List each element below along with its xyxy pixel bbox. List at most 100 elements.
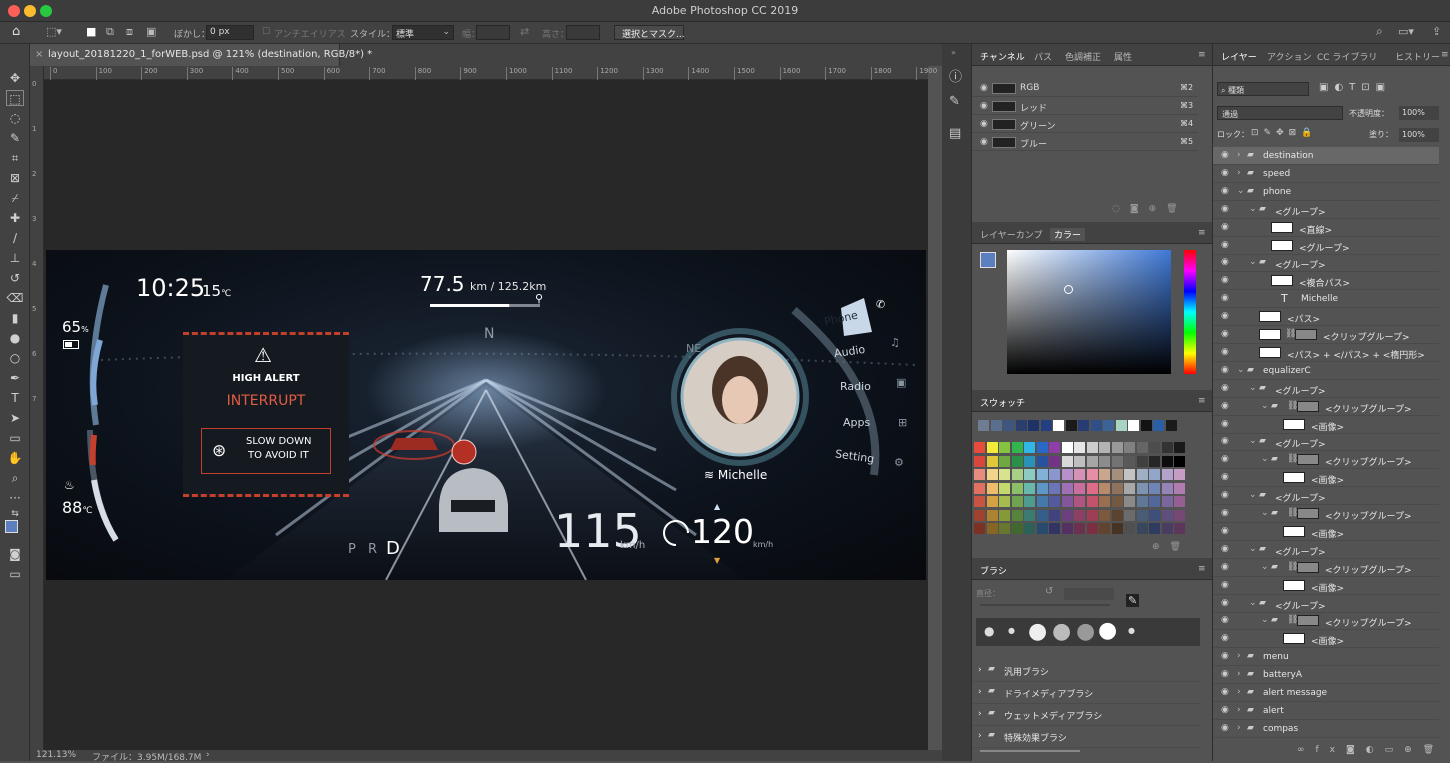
layer-row[interactable]: ◉ › ▰ batteryA: [1213, 666, 1439, 685]
visibility-eye-icon[interactable]: ◉: [1221, 508, 1229, 518]
visibility-eye-icon[interactable]: ◉: [1221, 526, 1229, 536]
swatch[interactable]: [1136, 482, 1148, 494]
rectangle-tool-icon[interactable]: ▭: [6, 430, 24, 446]
document-tab[interactable]: × layout_20181220_1_forWEB.psd @ 121% (d…: [30, 44, 372, 66]
brush-tool-icon[interactable]: ∕: [6, 230, 24, 246]
layer-row[interactable]: ◉ ⌄ ▰ <グループ>: [1213, 201, 1439, 219]
opacity-input[interactable]: 100%: [1399, 106, 1439, 120]
swatch[interactable]: [1174, 442, 1185, 453]
swatch[interactable]: [1124, 442, 1135, 453]
swatch[interactable]: [999, 482, 1010, 494]
visibility-eye-icon[interactable]: ◉: [1221, 669, 1229, 679]
swatch[interactable]: [1086, 455, 1098, 467]
panel-menu-icon[interactable]: ≡: [1198, 50, 1206, 60]
info-icon[interactable]: ⓘ: [949, 66, 962, 85]
swatch[interactable]: [1111, 496, 1123, 507]
expand-arrow-icon[interactable]: ⌄: [1249, 544, 1257, 554]
swatch[interactable]: [1140, 420, 1152, 431]
layer-row[interactable]: ◉ <画像>: [1213, 416, 1439, 434]
marquee-tool-icon[interactable]: ⬚: [6, 90, 24, 106]
zoom-tool-icon[interactable]: ⌕: [6, 470, 24, 486]
expand-arrow-icon[interactable]: ⌄: [1261, 615, 1269, 625]
chevron-right-icon[interactable]: ›: [978, 731, 982, 741]
swatch[interactable]: [1111, 509, 1123, 521]
subtract-selection-icon[interactable]: ⧈: [126, 25, 133, 39]
visibility-eye-icon[interactable]: ◉: [1221, 150, 1229, 160]
layer-row[interactable]: ◉ › ▰ compas: [1213, 720, 1439, 738]
blend-mode-select[interactable]: 通過: [1217, 106, 1343, 120]
swatch[interactable]: [999, 523, 1010, 534]
swatch[interactable]: [990, 420, 1002, 431]
swatch[interactable]: [1049, 509, 1060, 521]
layer-row[interactable]: ◉ <画像>: [1213, 577, 1439, 595]
swatch[interactable]: [1149, 442, 1160, 453]
swatch[interactable]: [974, 455, 985, 467]
visibility-eye-icon[interactable]: ◉: [1221, 186, 1229, 196]
expand-arrow-icon[interactable]: ›: [1237, 651, 1241, 661]
swatch[interactable]: [1136, 469, 1148, 480]
swatch[interactable]: [1049, 523, 1060, 534]
tab-history[interactable]: ヒストリー: [1395, 50, 1440, 63]
new-brush-icon[interactable]: ✎: [1126, 594, 1140, 607]
visibility-eye-icon[interactable]: ◉: [1221, 419, 1229, 429]
swatch[interactable]: [974, 469, 985, 480]
swatch[interactable]: [999, 442, 1010, 453]
expand-arrow-icon[interactable]: ⌄: [1261, 508, 1269, 518]
brush-folder[interactable]: › ▰ ウェットメディアブラシ: [972, 704, 1200, 726]
layer-row[interactable]: ◉ <直線>: [1213, 219, 1439, 237]
visibility-eye-icon[interactable]: ◉: [1221, 168, 1229, 178]
layer-row[interactable]: ◉ ⌄ ▰ <グループ>: [1213, 254, 1439, 273]
chevron-right-icon[interactable]: ›: [978, 709, 982, 719]
swatch[interactable]: [1161, 469, 1173, 480]
quick-mask-icon[interactable]: ◙: [6, 546, 24, 562]
swatch[interactable]: [999, 469, 1010, 480]
swatch[interactable]: [1011, 469, 1023, 480]
collapse-strip-icon[interactable]: »: [951, 48, 956, 57]
fill-input[interactable]: 100%: [1399, 128, 1439, 142]
swatch[interactable]: [1124, 509, 1135, 521]
type-tool-icon[interactable]: T: [6, 390, 24, 406]
layer-row[interactable]: ◉ ⌄ ▰ equalizerC: [1213, 362, 1439, 380]
swatch[interactable]: [1003, 420, 1014, 431]
swatch[interactable]: [1099, 469, 1110, 480]
color-panel-menu-icon[interactable]: ≡: [1198, 228, 1206, 238]
visibility-eye-icon[interactable]: ◉: [1221, 257, 1229, 267]
path-select-tool-icon[interactable]: ➤: [6, 410, 24, 426]
tab-channels[interactable]: チャンネル: [980, 50, 1025, 63]
swatch[interactable]: [1149, 482, 1160, 494]
swatch[interactable]: [1124, 523, 1135, 534]
swatch[interactable]: [1103, 420, 1114, 431]
swatch[interactable]: [1174, 509, 1185, 521]
visibility-eye-icon[interactable]: ◉: [1221, 562, 1229, 572]
brush-folder[interactable]: › ▰ 汎用ブラシ: [972, 660, 1200, 682]
quick-select-tool-icon[interactable]: ✎: [6, 130, 24, 146]
swatch[interactable]: [1128, 420, 1139, 431]
channel-row[interactable]: ◉ グリーン ⌘4: [972, 116, 1198, 133]
swatch[interactable]: [1086, 469, 1098, 480]
expand-arrow-icon[interactable]: ›: [1237, 723, 1241, 733]
visibility-eye-icon[interactable]: ◉: [1221, 401, 1229, 411]
marquee-tool-preset-icon[interactable]: ⬚▾: [46, 25, 62, 38]
swatch[interactable]: [1011, 523, 1023, 534]
layer-row[interactable]: ◉ <パス>: [1213, 308, 1439, 327]
swatch[interactable]: [1149, 523, 1160, 534]
expand-arrow-icon[interactable]: ›: [1237, 687, 1241, 697]
foreground-color-swatch[interactable]: [5, 520, 18, 533]
swatch[interactable]: [1049, 442, 1060, 453]
swatch[interactable]: [1074, 509, 1085, 521]
add-selection-icon[interactable]: ⧉: [106, 25, 114, 39]
layers-menu-icon[interactable]: ≡: [1441, 50, 1449, 60]
layer-row[interactable]: ◉ › ▰ menu: [1213, 648, 1439, 667]
expand-arrow-icon[interactable]: ⌄: [1249, 257, 1257, 267]
swatch[interactable]: [1161, 509, 1173, 521]
layer-row[interactable]: ◉ ⌄ ▰ <グループ>: [1213, 380, 1439, 398]
swatch[interactable]: [1136, 442, 1148, 453]
layer-row[interactable]: ◉ › ▰ destination: [1213, 147, 1439, 165]
swatch[interactable]: [1061, 469, 1073, 480]
layer-row[interactable]: ◉ › ▰ alert: [1213, 702, 1439, 720]
swatch[interactable]: [1078, 420, 1089, 431]
expand-arrow-icon[interactable]: ›: [1237, 168, 1241, 178]
visibility-eye-icon[interactable]: ◉: [1221, 598, 1229, 608]
gradient-tool-icon[interactable]: ▮: [6, 310, 24, 326]
swatch[interactable]: [986, 523, 998, 534]
